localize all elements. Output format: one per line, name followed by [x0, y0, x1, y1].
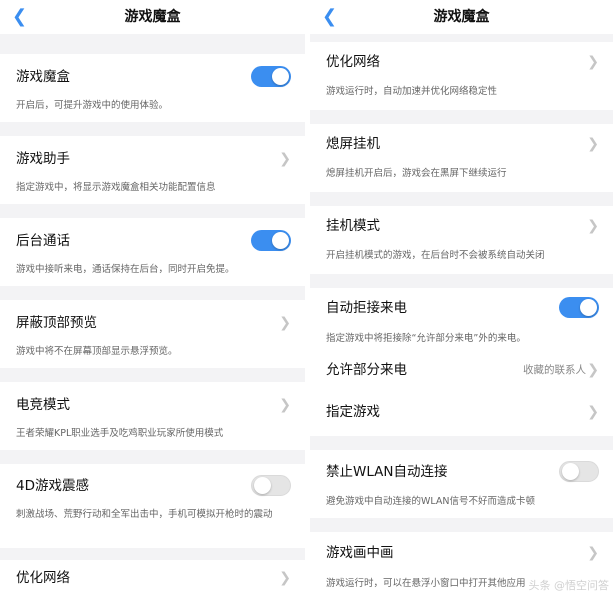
left-settings-panel: ❮ 游戏魔盒 游戏魔盒 开启后，可提升游戏中的使用体验。 游戏助手 ❯ 指定游戏… [0, 0, 305, 595]
setting-label: 电竞模式 [16, 397, 70, 413]
setting-description: 避免游戏中自动连接的WLAN信号不好而造成卡顿 [326, 496, 536, 507]
right-settings-panel: ❮ 游戏魔盒 优化网络 ❯ 游戏运行时，自动加速并优化网络稳定性 熄屏挂机 ❯ … [310, 0, 613, 595]
toggle-knob [562, 463, 579, 480]
chevron-right-icon: ❯ [587, 218, 599, 234]
setting-allow-some-calls[interactable]: 允许部分来电 收藏的联系人 ❯ [310, 352, 613, 392]
vibration-4d-toggle[interactable] [251, 475, 291, 496]
setting-description: 指定游戏中将拒接除“允许部分来电”外的来电。 [326, 333, 526, 344]
toggle-knob [272, 232, 289, 249]
chevron-right-icon: ❯ [587, 54, 599, 70]
setting-description: 游戏运行时，自动加速并优化网络稳定性 [326, 86, 498, 97]
setting-auto-reject-calls[interactable]: 自动拒接来电 指定游戏中将拒接除“允许部分来电”外的来电。 [310, 288, 613, 350]
chevron-right-icon: ❯ [587, 404, 599, 420]
page-title: 游戏魔盒 [124, 9, 181, 25]
header: ❮ 游戏魔盒 [0, 0, 305, 34]
setting-esports-mode[interactable]: 电竞模式 ❯ 王者荣耀KPL职业选手及吃鸡职业玩家所使用模式 [0, 382, 305, 450]
setting-hangup-mode[interactable]: 挂机模式 ❯ 开启挂机模式的游戏，在后台时不会被系统自动关闭 [310, 206, 613, 274]
setting-description: 游戏中将不在屏幕顶部显示悬浮预览。 [16, 346, 178, 357]
toggle-knob [272, 68, 289, 85]
toggle-knob [580, 299, 597, 316]
setting-4d-vibration[interactable]: 4D游戏震感 刺激战场、荒野行动和全军出击中，手机可模拟开枪时的震动 [0, 464, 305, 548]
setting-value: 收藏的联系人 [523, 364, 586, 376]
page-title: 游戏魔盒 [433, 9, 490, 25]
setting-description: 开启挂机模式的游戏，在后台时不会被系统自动关闭 [326, 250, 545, 261]
game-box-toggle[interactable] [251, 66, 291, 87]
setting-label: 优化网络 [326, 54, 380, 70]
setting-label: 游戏助手 [16, 151, 70, 167]
setting-disable-wlan-auto[interactable]: 禁止WLAN自动连接 避免游戏中自动连接的WLAN信号不好而造成卡顿 [310, 450, 613, 518]
setting-description: 指定游戏中，将显示游戏魔盒相关功能配置信息 [16, 182, 216, 193]
setting-description: 开启后，可提升游戏中的使用体验。 [16, 100, 169, 111]
setting-description: 王者荣耀KPL职业选手及吃鸡职业玩家所使用模式 [16, 428, 224, 439]
setting-specified-games[interactable]: 指定游戏 ❯ [310, 394, 613, 434]
setting-label: 优化网络 [16, 570, 70, 586]
chevron-right-icon: ❯ [279, 315, 291, 331]
setting-label: 禁止WLAN自动连接 [326, 464, 448, 480]
call-settings-group: 自动拒接来电 指定游戏中将拒接除“允许部分来电”外的来电。 允许部分来电 收藏的… [310, 288, 613, 436]
setting-background-call[interactable]: 后台通话 游戏中接听来电，通话保持在后台，同时开启免提。 [0, 218, 305, 286]
setting-description: 熄屏挂机开启后，游戏会在黑屏下继续运行 [326, 168, 507, 179]
setting-label: 游戏画中画 [326, 545, 394, 561]
setting-optimize-network[interactable]: 优化网络 ❯ [0, 560, 305, 595]
setting-game-box[interactable]: 游戏魔盒 开启后，可提升游戏中的使用体验。 [0, 54, 305, 122]
chevron-right-icon: ❯ [587, 136, 599, 152]
header: ❮ 游戏魔盒 [310, 0, 613, 34]
setting-label: 后台通话 [16, 233, 70, 249]
setting-description: 游戏中接听来电，通话保持在后台，同时开启免提。 [16, 264, 235, 275]
background-call-toggle[interactable] [251, 230, 291, 251]
setting-label: 允许部分来电 [326, 362, 407, 378]
toggle-knob [254, 477, 271, 494]
setting-screen-off-hangup[interactable]: 熄屏挂机 ❯ 熄屏挂机开启后，游戏会在黑屏下继续运行 [310, 124, 613, 192]
setting-label: 熄屏挂机 [326, 136, 380, 152]
setting-block-top-preview[interactable]: 屏蔽顶部预览 ❯ 游戏中将不在屏幕顶部显示悬浮预览。 [0, 300, 305, 368]
setting-label: 游戏魔盒 [16, 69, 70, 85]
chevron-right-icon: ❯ [279, 397, 291, 413]
setting-game-assistant[interactable]: 游戏助手 ❯ 指定游戏中，将显示游戏魔盒相关功能配置信息 [0, 136, 305, 204]
chevron-right-icon: ❯ [587, 362, 599, 378]
disable-wlan-auto-toggle[interactable] [559, 461, 599, 482]
auto-reject-calls-toggle[interactable] [559, 297, 599, 318]
watermark: 头条 @悟空问答 [528, 579, 610, 592]
setting-description: 刺激战场、荒野行动和全军出击中，手机可模拟开枪时的震动 [16, 509, 273, 520]
chevron-right-icon: ❯ [279, 570, 291, 586]
setting-label: 自动拒接来电 [326, 300, 407, 316]
setting-label: 挂机模式 [326, 218, 380, 234]
setting-label: 指定游戏 [326, 404, 380, 420]
setting-label: 屏蔽顶部预览 [16, 315, 97, 331]
chevron-right-icon: ❯ [587, 545, 599, 561]
setting-optimize-network[interactable]: 优化网络 ❯ 游戏运行时，自动加速并优化网络稳定性 [310, 42, 613, 110]
setting-label: 4D游戏震感 [16, 478, 89, 494]
chevron-right-icon: ❯ [279, 151, 291, 167]
